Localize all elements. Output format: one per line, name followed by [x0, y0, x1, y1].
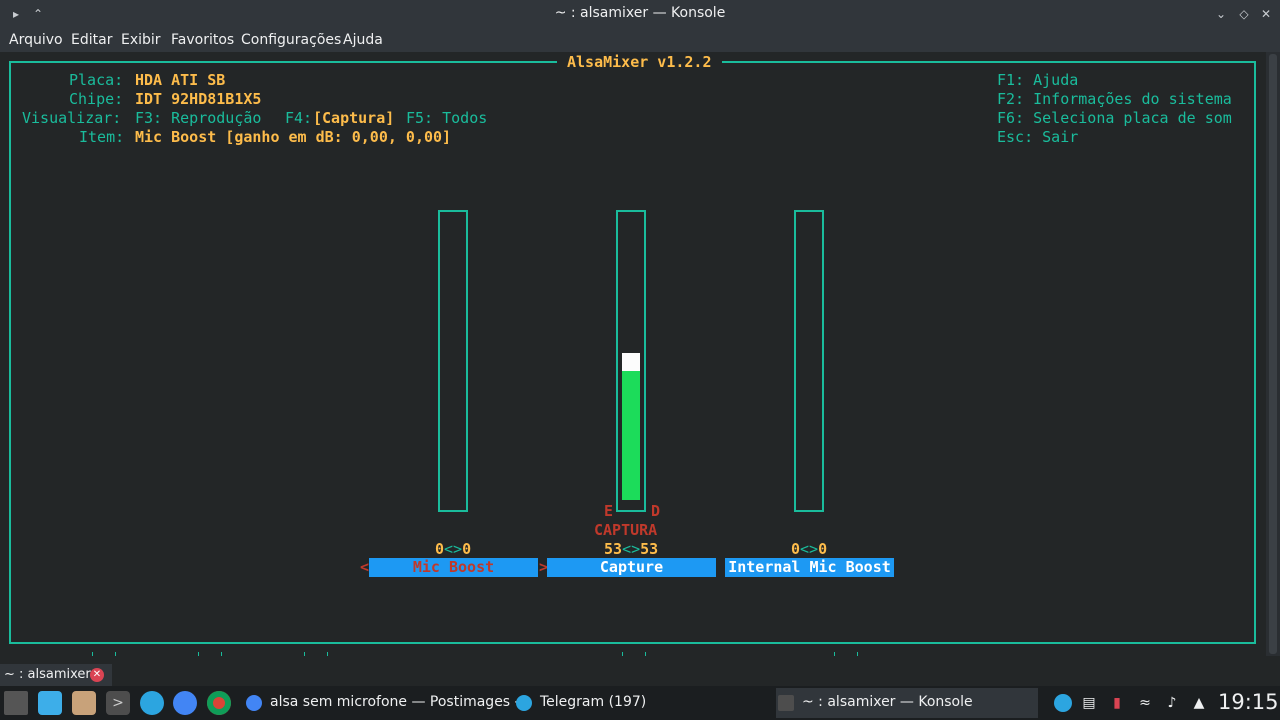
telegram-icon[interactable] — [140, 691, 164, 715]
window-titlebar[interactable]: ▸ ⌃ ~ : alsamixer — Konsole ⌄ ◇ ✕ — [0, 0, 1280, 28]
volume-level-fill — [622, 371, 640, 500]
menubar: Arquivo Editar Exibir Favoritos Configur… — [0, 28, 1280, 52]
chip-value: IDT 92HD81B1X5 — [135, 90, 262, 108]
level-internal-mic-boost: 0<>0 — [791, 540, 828, 558]
channel-label-internal-mic-boost[interactable]: Internal Mic Boost — [725, 558, 894, 577]
level-capture: 53<>53 — [604, 540, 659, 558]
task-label: alsa sem microfone — Postimages -... — [270, 694, 533, 710]
maximize-button[interactable]: ◇ — [1236, 6, 1252, 22]
volume-level-cap — [622, 353, 640, 371]
clipboard-icon[interactable]: ▤ — [1080, 694, 1098, 712]
view-f3[interactable]: F3: Reprodução — [135, 109, 261, 128]
menu-configuracoes[interactable]: Configurações — [241, 32, 341, 48]
task-postimages[interactable]: alsa sem microfone — Postimages -... — [244, 688, 533, 718]
volume-bar-capture[interactable] — [616, 210, 646, 512]
task-label: Telegram (197) — [540, 694, 647, 710]
capture-left-indicator: E — [604, 502, 614, 520]
help-esc: Esc: Sair — [997, 128, 1079, 146]
capture-right-indicator: D — [651, 502, 661, 520]
selection-left-marker: < — [360, 558, 370, 576]
menu-arquivo[interactable]: Arquivo — [9, 32, 63, 48]
scrollbar-thumb[interactable] — [1269, 54, 1277, 654]
terminal-icon — [778, 695, 794, 711]
view-f5[interactable]: F5: Todos — [406, 109, 487, 128]
card-value: HDA ATI SB — [135, 71, 226, 89]
menu-exibir[interactable]: Exibir — [121, 32, 161, 48]
minimize-button[interactable]: ⌄ — [1213, 6, 1229, 22]
help-f2: F2: Informações do sistema — [997, 90, 1232, 108]
level-mic-boost: 0<>0 — [435, 540, 472, 558]
help-f1: F1: Ajuda — [997, 71, 1079, 89]
menu-ajuda[interactable]: Ajuda — [343, 32, 383, 48]
archive-icon[interactable] — [72, 691, 96, 715]
item-value: Mic Boost [ganho em dB: 0,00, 0,00] — [135, 128, 452, 146]
chromium-icon[interactable] — [173, 691, 197, 715]
volume-icon[interactable]: ♪ — [1163, 694, 1181, 712]
telegram-icon — [516, 695, 532, 711]
file-manager-icon[interactable] — [38, 691, 62, 715]
task-konsole[interactable]: ~ : alsamixer — Konsole — [776, 688, 1038, 718]
channel-label-capture[interactable]: Capture — [547, 558, 716, 577]
menu-editar[interactable]: Editar — [71, 32, 112, 48]
view-f4-value[interactable]: [Captura] — [313, 109, 394, 128]
close-button[interactable]: ✕ — [1258, 6, 1274, 22]
tab-alsamixer[interactable]: ~ : alsamixer ✕ — [0, 664, 112, 686]
chip-label: Chipe: — [69, 90, 124, 108]
card-label: Placa: — [69, 71, 124, 89]
window-title: ~ : alsamixer — Konsole — [554, 5, 726, 21]
chrome-icon[interactable] — [207, 691, 231, 715]
view-label: Visualizar: — [22, 109, 122, 127]
help-f6: F6: Seleciona placa de som — [997, 109, 1232, 127]
tab-close-icon[interactable]: ✕ — [90, 668, 104, 682]
volume-bar-internal-mic-boost[interactable] — [794, 210, 824, 512]
task-label: ~ : alsamixer — Konsole — [802, 694, 973, 710]
channel-label-mic-boost[interactable]: Mic Boost — [369, 558, 538, 577]
chrome-icon — [246, 695, 262, 711]
view-f4-key[interactable]: F4: — [285, 109, 312, 128]
expand-tray-icon[interactable]: ▲ — [1190, 694, 1208, 712]
alsamixer-title: AlsaMixer v1.2.2 — [557, 53, 722, 72]
capture-status: CAPTURA — [594, 521, 658, 539]
terminal-scrollbar[interactable] — [1266, 52, 1280, 656]
wifi-icon[interactable]: ≈ — [1136, 694, 1154, 712]
menu-favoritos[interactable]: Favoritos — [171, 32, 234, 48]
volume-bar-mic-boost[interactable] — [438, 210, 468, 512]
tab-bar: ~ : alsamixer ✕ — [0, 656, 1280, 686]
task-telegram[interactable]: Telegram (197) — [514, 688, 764, 718]
taskbar: > alsa sem microfone — Postimages -... T… — [0, 686, 1280, 720]
tab-label: ~ : alsamixer — [4, 667, 91, 682]
terminal-view[interactable]: AlsaMixer v1.2.2 Placa: HDA ATI SB Chipe… — [0, 52, 1266, 657]
item-label: Item: — [79, 128, 125, 146]
battery-icon[interactable]: ▮ — [1108, 694, 1126, 712]
clock[interactable]: 19:15 — [1218, 690, 1279, 714]
telegram-tray-icon[interactable] — [1054, 694, 1072, 712]
application-menu-icon[interactable] — [4, 691, 28, 715]
terminal-icon[interactable]: > — [106, 691, 130, 715]
